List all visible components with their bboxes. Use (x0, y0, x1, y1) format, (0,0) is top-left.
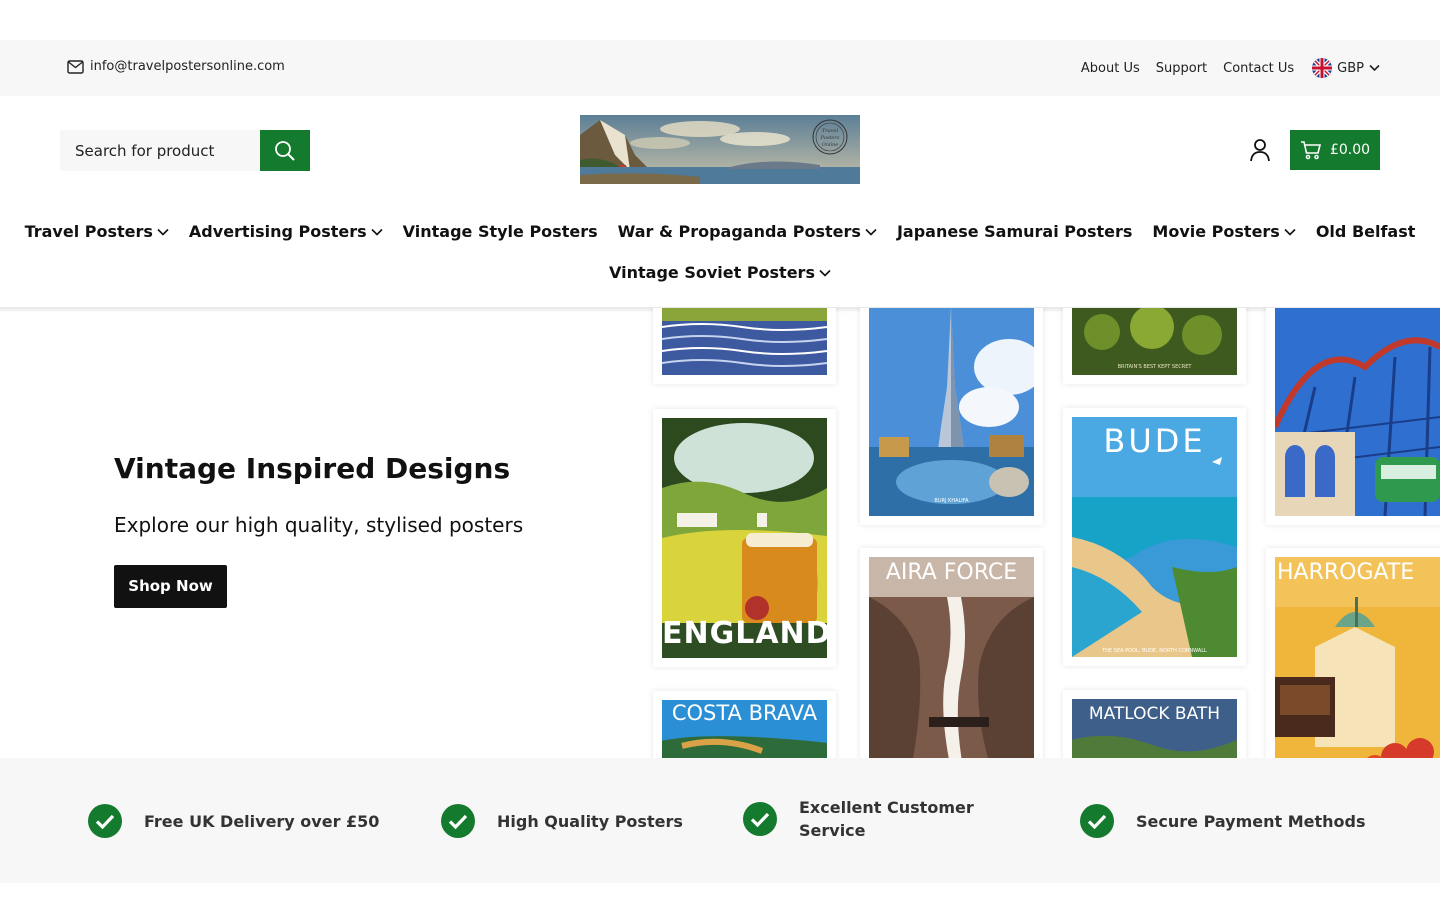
feature-secure-payment: Secure Payment Methods (1080, 804, 1366, 838)
poster-label-burj-khalifa: BURJ KHALIFA (934, 498, 969, 504)
features-strip: Free UK Delivery over £50 High Quality P… (0, 758, 1440, 883)
chevron-down-icon (865, 228, 877, 236)
poster-image (1275, 557, 1440, 758)
about-us-link[interactable]: About Us (1081, 61, 1140, 76)
nav-war-propaganda-posters[interactable]: War & Propaganda Posters (618, 222, 877, 241)
uk-flag-icon (1312, 58, 1333, 78)
poster-image (869, 308, 1034, 516)
poster-label-matlock-bath: MATLOCK BATH (1088, 704, 1221, 724)
poster-label-aira-force: AIRA FORCE (885, 560, 1018, 585)
chevron-down-icon (157, 228, 169, 236)
email-contact[interactable]: info@travelpostersonline.com (67, 59, 285, 74)
nav-japanese-samurai-posters[interactable]: Japanese Samurai Posters (897, 222, 1132, 241)
poster-label-england: ENGLAND (662, 616, 832, 651)
search-input[interactable]: Search for product (60, 130, 260, 171)
poster-tile-bude[interactable]: BUDE THE SEA POOL, BUDE, NORTH CORNWALL (1063, 408, 1246, 666)
poster-label-harrogate: HARROGATE (1277, 560, 1415, 585)
poster-tile-england[interactable]: ENGLAND (653, 409, 836, 667)
logo-image: Travel Posters Online (580, 115, 860, 184)
search-button[interactable] (260, 130, 310, 171)
account-icon[interactable] (1248, 138, 1272, 162)
hero-subtitle: Explore our high quality, stylised poste… (114, 513, 524, 537)
contact-us-link[interactable]: Contact Us (1223, 61, 1294, 76)
hero-title: Vintage Inspired Designs (114, 452, 511, 485)
cart-icon (1300, 141, 1321, 160)
poster-label-bude: BUDE (1103, 422, 1206, 460)
poster-label-secret: BRITAIN'S BEST KEPT SECRET (1117, 364, 1192, 370)
chevron-down-icon (1284, 228, 1296, 236)
site-logo[interactable]: Travel Posters Online (580, 115, 860, 184)
nav-label: Japanese Samurai Posters (896, 222, 1133, 241)
support-link[interactable]: Support (1156, 61, 1207, 76)
email-address[interactable]: info@travelpostersonline.com (90, 59, 285, 74)
nav-advertising-posters[interactable]: Advertising Posters (189, 222, 383, 241)
feature-label: Excellent Customer Service (799, 798, 974, 840)
poster-image (662, 308, 827, 375)
poster-tile-harrogate[interactable]: HARROGATE (1266, 548, 1440, 758)
check-circle-icon (743, 802, 777, 836)
cart-button[interactable]: £0.00 (1290, 130, 1380, 170)
chevron-down-icon (819, 269, 831, 277)
search-bar: Search for product (60, 130, 310, 171)
check-circle-icon (1080, 804, 1114, 838)
poster-tile-rollercoaster[interactable] (1266, 308, 1440, 525)
hero-banner: Vintage Inspired Designs Explore our hig… (0, 308, 1440, 758)
chevron-down-icon (1369, 64, 1380, 72)
hero-text: Vintage Inspired Designs Explore our hig… (114, 452, 523, 608)
poster-tile-best-kept-secret[interactable]: BRITAIN'S BEST KEPT SECRET (1063, 308, 1246, 384)
currency-selector[interactable]: GBP (1312, 58, 1380, 78)
shop-now-button[interactable]: Shop Now (114, 565, 227, 608)
nav-vintage-style-posters[interactable]: Vintage Style Posters (403, 222, 598, 241)
cart-total: £0.00 (1329, 142, 1371, 158)
currency-label: GBP (1337, 60, 1364, 76)
feature-label: Secure Payment Methods (1136, 811, 1366, 831)
mail-icon (67, 59, 84, 74)
poster-image (1275, 308, 1440, 516)
feature-label: High Quality Posters (497, 811, 683, 831)
poster-caption-bude: THE SEA POOL, BUDE, NORTH CORNWALL (1102, 648, 1207, 654)
search-icon (275, 140, 295, 161)
nav-vintage-soviet-posters[interactable]: Vintage Soviet Posters (609, 263, 831, 282)
nav-movie-posters[interactable]: Movie Posters (1152, 222, 1296, 241)
nav-row-2: Vintage Soviet Posters (0, 263, 1440, 282)
svg-text:Online: Online (822, 142, 839, 148)
feature-label: Free UK Delivery over £50 (144, 811, 380, 831)
main-navigation: Travel Posters Advertising Posters Vinta… (0, 222, 1440, 307)
check-circle-icon (441, 804, 475, 838)
nav-row-1: Travel Posters Advertising Posters Vinta… (0, 222, 1440, 241)
svg-text:Posters: Posters (820, 135, 840, 141)
poster-tile-burj-khalifa[interactable]: BURJ KHALIFA (860, 308, 1043, 525)
nav-label: War & Propaganda Posters (617, 222, 861, 241)
feature-customer-service: Excellent Customer Service (743, 796, 979, 842)
svg-text:Travel: Travel (822, 128, 838, 134)
poster-tile-aira-force[interactable]: AIRA FORCE (860, 548, 1043, 758)
poster-tile-matlock-bath[interactable]: MATLOCK BATH (1063, 690, 1246, 758)
nav-label: Travel Posters (24, 222, 153, 241)
top-links: About Us Support Contact Us GBP (1081, 58, 1380, 78)
poster-image (869, 557, 1034, 758)
nav-travel-posters[interactable]: Travel Posters (25, 222, 169, 241)
feature-high-quality: High Quality Posters (441, 804, 683, 838)
check-circle-icon (88, 804, 122, 838)
nav-label: Vintage Style Posters (402, 222, 598, 241)
chevron-down-icon (371, 228, 383, 236)
nav-label: Movie Posters (1152, 222, 1280, 241)
poster-tile-costa-brava[interactable]: COSTA BRAVA (653, 691, 836, 758)
nav-label: Advertising Posters (188, 222, 367, 241)
nav-label: Old Belfast (1315, 222, 1416, 241)
top-utility-bar: info@travelpostersonline.com About Us Su… (0, 40, 1440, 96)
feature-free-delivery: Free UK Delivery over £50 (88, 804, 379, 838)
poster-tile-waterfall[interactable] (653, 308, 836, 384)
nav-old-belfast[interactable]: Old Belfast (1316, 222, 1416, 241)
poster-label-costa-brava: COSTA BRAVA (671, 701, 818, 725)
nav-label: Vintage Soviet Posters (609, 263, 815, 282)
